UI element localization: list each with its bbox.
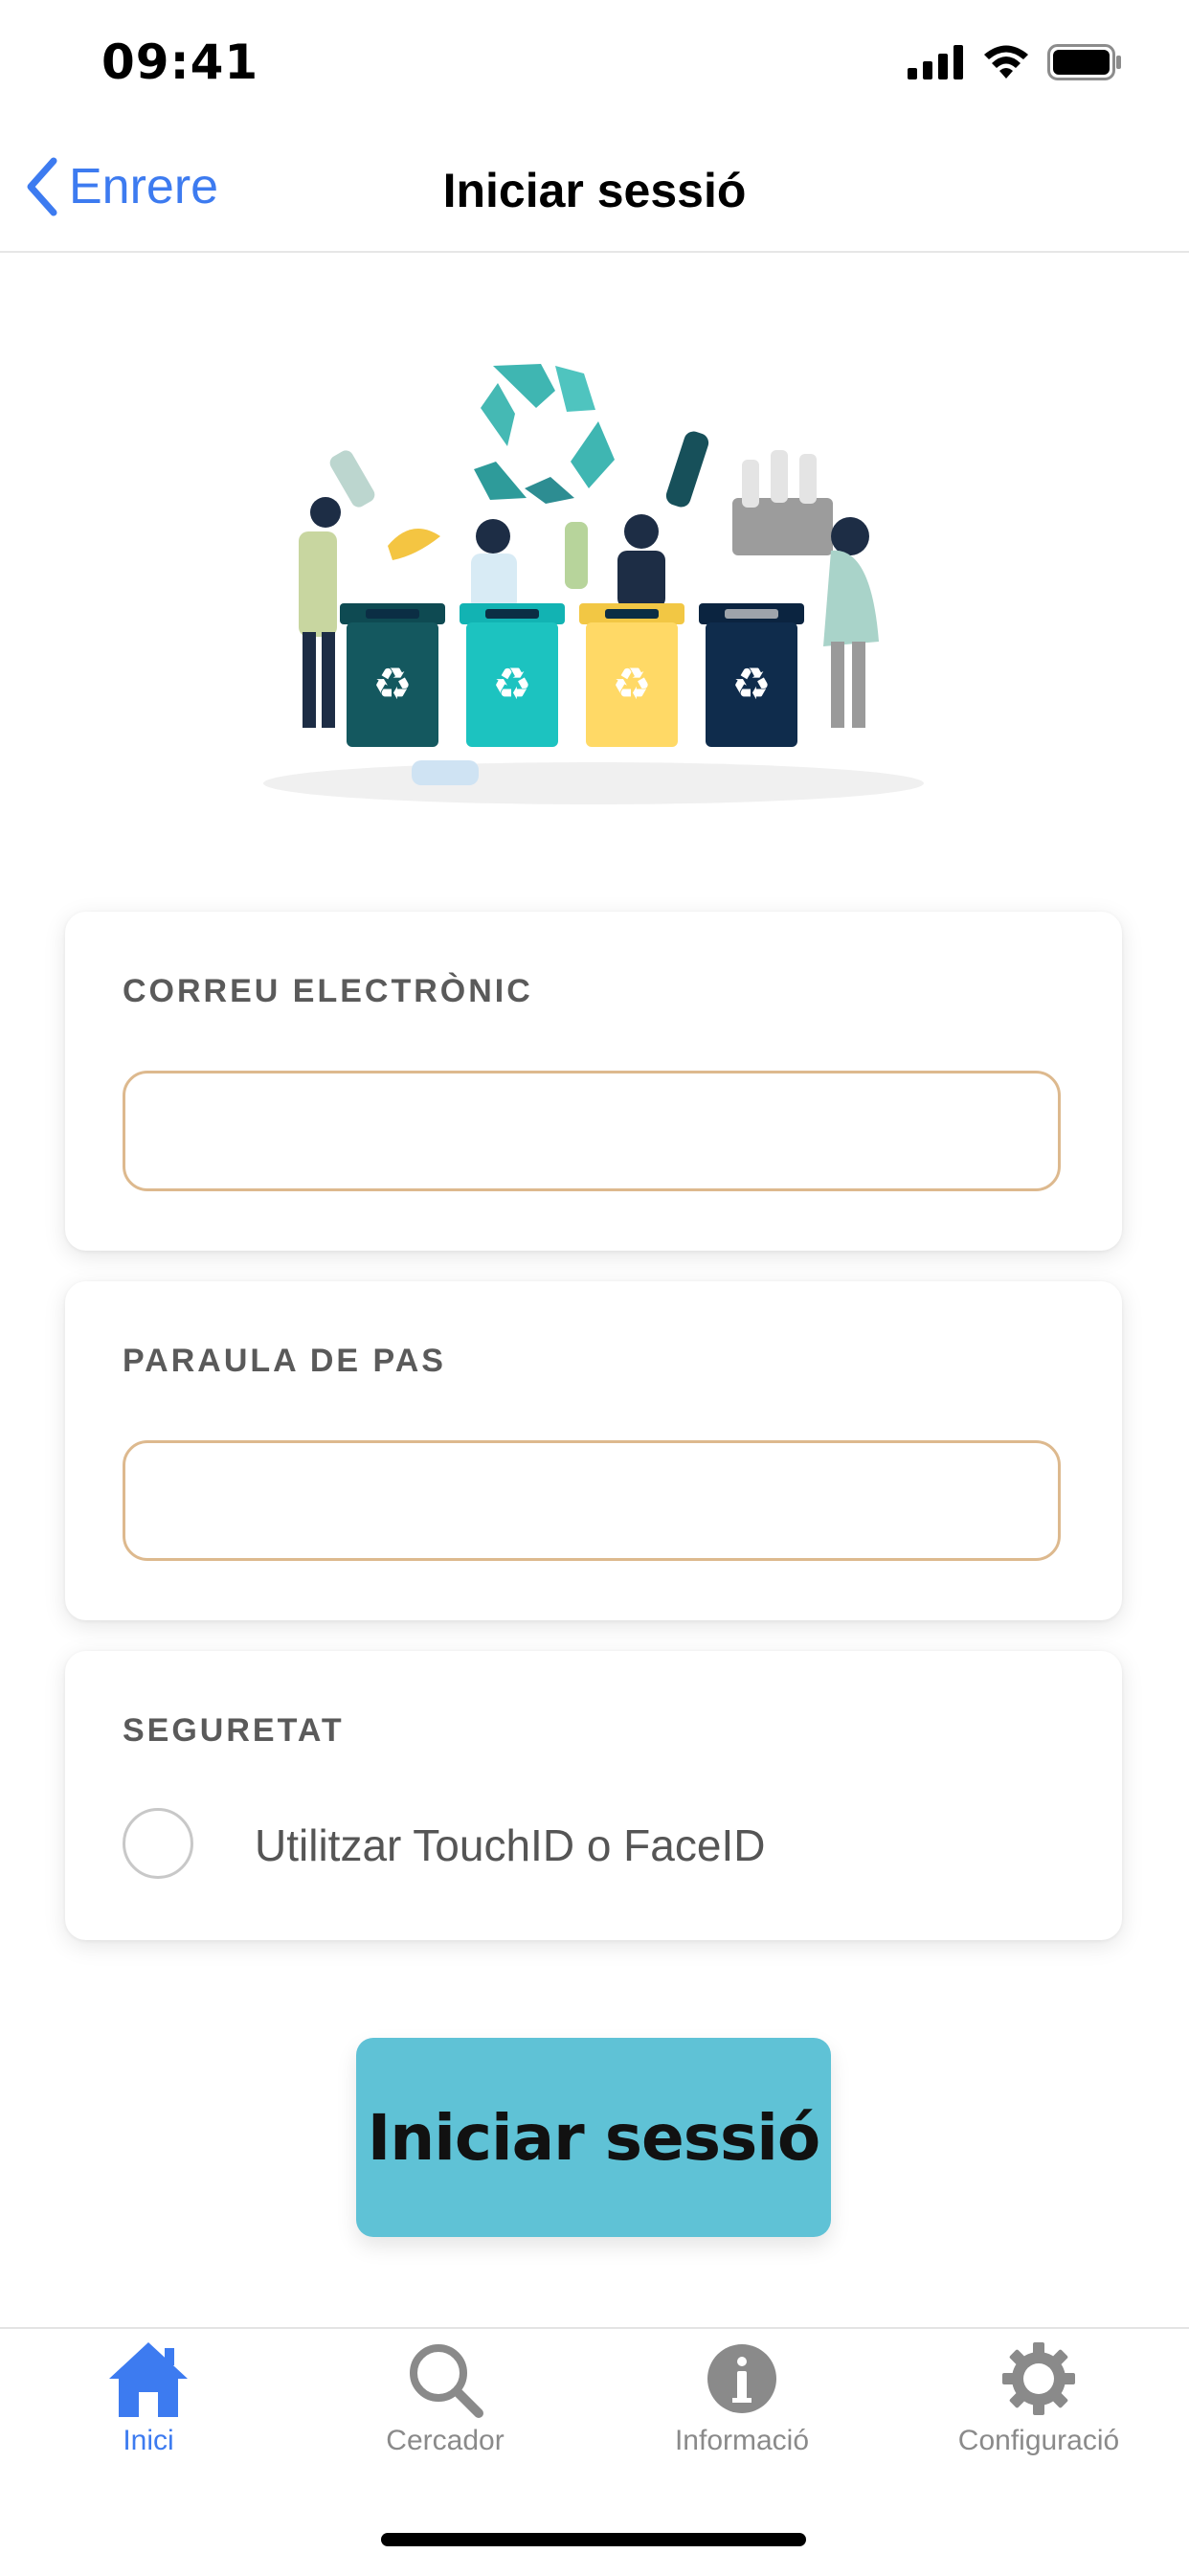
status-icons [908, 44, 1122, 80]
home-icon [109, 2342, 188, 2417]
signal-icon [908, 45, 963, 79]
biometric-radio[interactable] [123, 1808, 193, 1879]
email-card: CORREU ELECTRÒNIC [65, 912, 1122, 1251]
tab-home[interactable]: Inici [0, 2339, 297, 2501]
tab-info-label: Informació [674, 2425, 810, 2456]
status-bar: 09:41 [0, 0, 1189, 124]
tab-settings-label: Configuració [957, 2425, 1120, 2456]
svg-text:♻: ♻ [372, 658, 412, 710]
svg-text:♻: ♻ [612, 658, 651, 710]
password-label: PARAULA DE PAS [123, 1343, 446, 1379]
tab-settings[interactable]: Configuració [890, 2339, 1187, 2501]
gear-icon [1002, 2342, 1075, 2415]
wifi-icon [984, 45, 1028, 79]
svg-text:♻: ♻ [492, 658, 531, 710]
battery-icon [1047, 44, 1121, 80]
security-label: SEGURETAT [123, 1712, 345, 1749]
security-card: SEGURETAT Utilitzar TouchID o FaceID [65, 1651, 1122, 1940]
tab-search[interactable]: Cercador [297, 2339, 594, 2501]
login-button[interactable]: Iniciar sessió [356, 2038, 831, 2237]
email-label: CORREU ELECTRÒNIC [123, 973, 533, 1009]
search-icon [410, 2344, 483, 2418]
home-indicator [381, 2533, 806, 2546]
page-title: Iniciar sessió [442, 164, 747, 217]
svg-text:♻: ♻ [731, 658, 771, 710]
status-time: 09:41 [101, 34, 259, 90]
password-field[interactable] [123, 1440, 1061, 1561]
tab-info[interactable]: Informació [594, 2339, 890, 2501]
tab-search-label: Cercador [386, 2425, 505, 2456]
navigation-bar: Enrere Iniciar sessió [0, 144, 1189, 253]
email-field[interactable] [123, 1071, 1061, 1191]
biometric-option-label[interactable]: Utilitzar TouchID o FaceID [255, 1819, 765, 1871]
info-icon [707, 2344, 776, 2413]
password-card: PARAULA DE PAS [65, 1281, 1122, 1620]
tab-home-label: Inici [123, 2425, 174, 2456]
recycling-illustration: ♻ ♻ ♻ ♻ [263, 364, 924, 804]
